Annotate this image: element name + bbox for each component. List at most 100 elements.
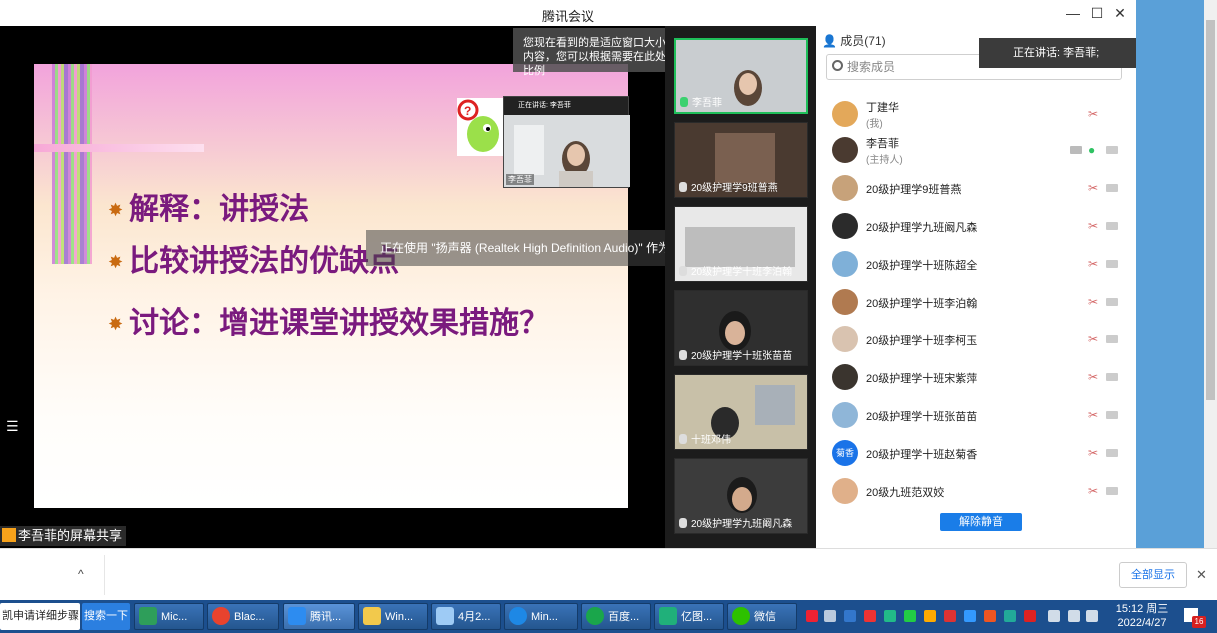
video-tile[interactable]: 李吾菲 [674,38,808,114]
member-row[interactable]: 20级护理学十班张苗苗 ✂ [830,397,1130,433]
close-icon[interactable]: ✕ [1196,567,1207,583]
camera-icon[interactable] [1106,260,1118,268]
taskbar-app[interactable]: Min... [504,603,578,630]
svg-text:?: ? [464,104,471,118]
camera-icon[interactable] [1106,373,1118,381]
video-tile[interactable]: 20级护理学九班阚凡森 [674,458,808,534]
video-tile[interactable]: 20级护理学十班李泊翰 [674,206,808,282]
camera-icon[interactable] [1106,298,1118,306]
member-row[interactable]: 20级护理学十班李泊翰 ✂ [830,284,1130,320]
taskbar-search-button[interactable]: 搜索一下 [82,603,130,630]
tray-icon[interactable] [806,610,818,622]
taskbar-app[interactable]: 亿图... [654,603,724,630]
tray-icon[interactable] [944,610,956,622]
mic-muted-icon[interactable]: ✂ [1088,484,1100,498]
mic-muted-icon[interactable]: ✂ [1088,219,1100,233]
tray-icon[interactable] [824,610,836,622]
tray-icon[interactable] [1024,610,1036,622]
member-row[interactable]: 20级护理学9班普燕 ✂ [830,170,1130,206]
screen-share-icon [1070,146,1082,154]
tray-icon[interactable] [1004,610,1016,622]
avatar [832,478,858,504]
tray-icon[interactable] [904,610,916,622]
camera-icon[interactable] [1106,411,1118,419]
taskbar-app[interactable]: Win... [358,603,428,630]
tile-caption: 20级护理学十班张苗苗 [679,347,792,362]
chevron-up-icon[interactable]: ^ [78,567,84,581]
signal-icon[interactable] [1068,610,1080,622]
scrollbar-thumb[interactable] [1206,20,1215,400]
tray-icon[interactable] [924,610,936,622]
member-row[interactable]: 20级护理学九班阚凡森 ✂ [830,208,1130,244]
camera-icon[interactable] [1106,146,1118,154]
camera-icon[interactable] [1106,222,1118,230]
member-row[interactable]: 20级护理学十班李柯玉 ✂ [830,321,1130,357]
vertical-scrollbar[interactable] [1204,0,1217,548]
mic-muted-icon[interactable]: ✂ [1088,370,1100,384]
mic-icon[interactable]: ● [1088,143,1100,157]
taskbar-clock[interactable]: 15:12 周三 2022/4/27 [1112,602,1172,630]
camera-icon[interactable] [1106,335,1118,343]
member-row[interactable]: 20级九班范双姣 ✂ [830,473,1130,509]
tencent-meeting-icon [288,607,306,625]
mic-muted-icon[interactable]: ✂ [1088,107,1100,121]
taskbar-app[interactable]: Mic... [134,603,204,630]
member-row[interactable]: 20级护理学十班宋紫萍 ✂ [830,359,1130,395]
tile-caption: 20级护理学十班李泊翰 [679,263,792,278]
tray-icon[interactable] [864,610,876,622]
camera-icon[interactable] [1106,184,1118,192]
video-tile[interactable]: 20级护理学9班普燕 [674,122,808,198]
pip-status: 正在讲话: 李吾菲 [504,97,628,115]
camera-icon[interactable] [1106,487,1118,495]
folder-icon [363,607,381,625]
download-bar: ^ 全部显示 ✕ [0,548,1217,600]
member-row[interactable]: 20级护理学十班陈超全 ✂ [830,246,1130,282]
ie-icon [509,607,527,625]
video-tile[interactable]: 十班邓伟 [674,374,808,450]
mic-muted-icon[interactable]: ✂ [1088,295,1100,309]
member-row[interactable]: 丁建华 (我) ✂ [830,96,1130,132]
taskbar-app[interactable]: 微信 [727,603,797,630]
camera-icon[interactable] [1106,449,1118,457]
network-icon[interactable] [1048,610,1060,622]
taskbar-app[interactable]: Blac... [207,603,279,630]
taskbar-app[interactable]: 4月2... [431,603,501,630]
mic-muted-icon[interactable]: ✂ [1088,408,1100,422]
mic-muted-icon[interactable]: ✂ [1088,332,1100,346]
mic-muted-icon[interactable]: ✂ [1088,257,1100,271]
minimize-button[interactable]: — [1063,3,1083,23]
avatar [832,402,858,428]
app-icon [139,607,157,625]
mic-icon [680,97,688,107]
unmute-all-button[interactable]: 解除静音 [940,513,1022,531]
mic-muted-icon[interactable]: ✂ [1088,446,1100,460]
avatar [832,175,858,201]
slide-decoration-line [34,144,204,152]
tray-icon[interactable] [844,610,856,622]
taskbar-app[interactable]: 腾讯... [283,603,355,630]
shared-screen: ✸ 解释：讲授法 ✸ 比较讲授法的优缺点 ✸ 讨论：增进课堂讲授效果措施？ ? 正在讲… [0,26,746,548]
taskbar-search-input[interactable]: 凯申请详细步骤 [0,603,80,630]
member-row[interactable]: 李吾菲 (主持人) ● [830,132,1130,168]
tile-caption: 20级护理学九班阚凡森 [679,515,792,530]
tray-icon[interactable] [884,610,896,622]
taskbar-app[interactable]: 百度... [581,603,651,630]
maximize-button[interactable]: ☐ [1087,3,1107,23]
tile-caption: 20级护理学9班普燕 [679,179,778,194]
menu-icon[interactable]: ☰ [6,418,19,435]
slide-bullet: ✸ 比较讲授法的优缺点 [108,244,400,279]
mic-muted-icon[interactable]: ✂ [1088,181,1100,195]
tray-icon[interactable] [984,610,996,622]
avatar [832,101,858,127]
volume-icon[interactable] [1086,610,1098,622]
members-header: 👤 成员(71) [822,34,886,48]
show-all-button[interactable]: 全部显示 [1119,562,1187,588]
slide-bullet: ✸ 讨论：增进课堂讲授效果措施？ [108,306,550,341]
title-bar: 腾讯会议 — ☐ ✕ [0,0,1136,26]
tray-icon[interactable] [964,610,976,622]
close-button[interactable]: ✕ [1110,3,1130,23]
speaker-video-pip[interactable]: 正在讲话: 李吾菲 李吾菲 [503,96,630,188]
video-tile[interactable]: 20级护理学十班张苗苗 [674,290,808,366]
slide-bullet: ✸ 解释：讲授法 [108,192,310,227]
member-row[interactable]: 菊香 20级护理学十班赵菊香 ✂ [830,435,1130,471]
